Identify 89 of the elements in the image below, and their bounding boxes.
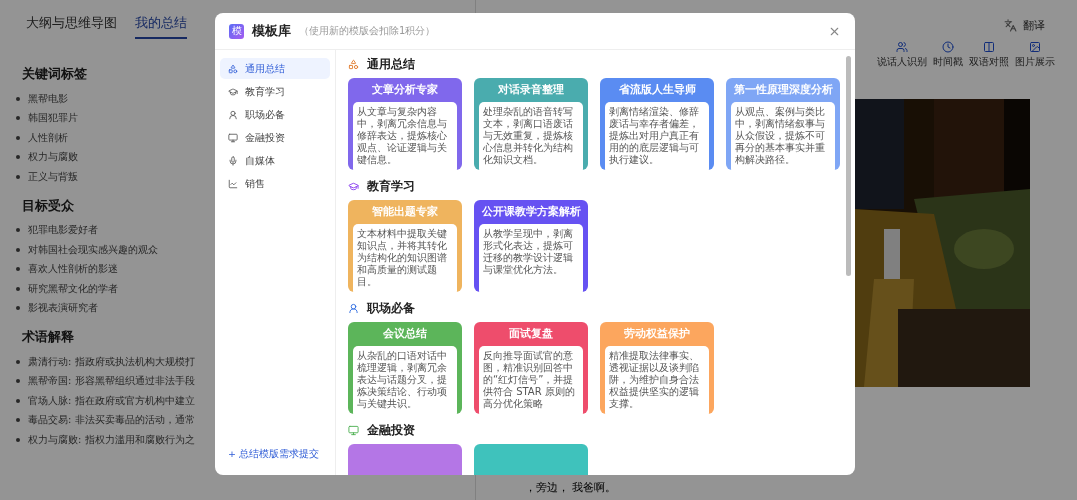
bullet-icon — [16, 96, 20, 101]
image-icon — [1029, 41, 1041, 53]
bullet-icon — [16, 437, 20, 442]
bullet-icon — [16, 359, 20, 364]
category-icon — [348, 180, 359, 192]
list-item: 影视表演研究者 — [28, 301, 98, 316]
category-icon — [228, 178, 238, 189]
clock-icon — [942, 41, 954, 53]
template-card[interactable]: 劳动权益保护 精准提取法律事实、透视证据以及谈判陷阱，为维护自身合法权益提供坚实的逻辑支撑。 — [600, 322, 714, 414]
list-item: 黑帮帝国: 形容黑帮组织通过非法手段 — [28, 374, 195, 389]
template-card[interactable]: 第一性原理深度分析 从观点、案例与类比中，剥离情绪叙事与从众假设，提炼不可再分的基本事实并重构解决路径。 — [726, 78, 840, 170]
template-card[interactable]: 省流版人生导师 剥离情绪渲染、修辞废话与幸存者偏差，提炼出对用户真正有用的的底层逻辑与可执行建议。 — [600, 78, 714, 170]
dialog-title: 模板库 — [252, 22, 291, 40]
category-icon — [348, 58, 359, 70]
list-item: 正义与背叛 — [28, 169, 78, 184]
card-description: 从杂乱的口语对话中梳理逻辑，剥离冗余表达与话题分叉，提炼决策结论、行动项与关键共识。 — [353, 346, 457, 414]
category-icon — [348, 302, 359, 314]
tab[interactable]: 大纲与思维导图 — [26, 14, 117, 39]
category-heading: 通用总结 — [367, 55, 415, 73]
toolbar-button[interactable]: 图片展示 — [1015, 41, 1055, 69]
bullet-icon — [16, 228, 20, 233]
list-item: 对韩国社会现实感兴趣的观众 — [28, 242, 158, 257]
toolbar-button[interactable]: 时间戳 — [933, 41, 963, 69]
bullet-icon — [16, 174, 20, 179]
card-description: 文本材料中提取关键知识点，并将其转化为结构化的知识图谱和高质量的测试题目。 — [353, 224, 457, 292]
list-item: 官场人脉: 指在政府或官方机构中建立 — [28, 393, 195, 408]
tab[interactable]: 我的总结 — [135, 14, 187, 39]
bullet-icon — [16, 135, 20, 140]
bullet-icon — [16, 116, 20, 121]
section-heading: 关键词标签 — [22, 65, 87, 83]
template-card[interactable]: 面试复盘 反向推导面试官的意图，精准识别回答中的“红灯信号”，并提供符合 STAR 原则的高分优化策略 — [474, 322, 588, 414]
users-icon — [896, 41, 908, 53]
bullet-icon — [16, 418, 20, 423]
columns-icon — [983, 41, 995, 53]
list-item: 人性剖析 — [28, 130, 68, 145]
card-description: 反向推导面试官的意图，精准识别回答中的“红灯信号”，并提供符合 STAR 原则的高分优化策略 — [479, 346, 583, 414]
list-item: 毒品交易: 非法买卖毒品的活动，通常 — [28, 413, 195, 428]
toolbar-button[interactable]: 双语对照 — [969, 41, 1009, 69]
template-card[interactable]: 公开课教学方案解析 从教学呈现中，剥离形式化表达，提炼可迁移的教学设计逻辑与课堂优化方法。 — [474, 200, 588, 292]
list-item: 权力与腐败 — [28, 150, 78, 165]
bullet-icon — [16, 155, 20, 160]
list-item: 黑帮电影 — [28, 91, 68, 106]
category-icon — [228, 63, 238, 74]
bullet-icon — [16, 398, 20, 403]
list-item: 权力与腐败: 指权力滥用和腐败行为之 — [28, 432, 195, 447]
card-description: 精准提取法律事实、透视证据以及谈判陷阱，为维护自身合法权益提供坚实的逻辑支撑。 — [605, 346, 709, 414]
list-item: 肃清行动: 指政府或执法机构大规模打 — [28, 354, 195, 369]
list-item: 韩国犯罪片 — [28, 111, 78, 126]
bullet-icon — [16, 267, 20, 272]
toolbar-button[interactable]: 说话人识别 — [877, 41, 927, 69]
category-icon — [228, 155, 238, 166]
translate-menu[interactable]: 翻译 — [1023, 18, 1045, 33]
template-card[interactable]: 智能出题专家 文本材料中提取关键知识点，并将其转化为结构化的知识图谱和高质量的测试题目。 — [348, 200, 462, 292]
translate-icon[interactable] — [1004, 19, 1017, 32]
scrollbar[interactable] — [846, 56, 851, 276]
sidebar-item[interactable]: 金融投资 — [220, 127, 330, 148]
bullet-icon — [16, 306, 20, 311]
dialog-note: （使用新的模版会扣除1积分） — [299, 24, 436, 38]
section-heading: 术语解释 — [22, 328, 74, 346]
list-item: 研究黑帮文化的学者 — [28, 281, 118, 296]
card-description: 从文章与复杂内容中，剥离冗余信息与修辞表达，提炼核心观点、论证逻辑与关键信息。 — [353, 102, 457, 170]
sidebar-item[interactable]: 销售 — [220, 173, 330, 194]
card-description: 剥离情绪渲染、修辞废话与幸存者偏差，提炼出对用户真正有用的的底层逻辑与可执行建议。 — [605, 102, 709, 170]
category-icon — [228, 86, 238, 97]
category-icon — [228, 109, 238, 120]
section-heading: 目标受众 — [22, 196, 74, 215]
submit-request-link[interactable]: + 总结模版需求提交 — [220, 448, 330, 467]
bullet-icon — [16, 286, 20, 291]
card-description: 处理杂乱的语音转写文本，剥离口语废话与无效重复，提炼核心信息并转化为结构化知识文档。 — [479, 102, 583, 170]
sidebar-item[interactable]: 通用总结 — [220, 58, 330, 79]
category-heading: 金融投资 — [367, 421, 415, 439]
logo-icon: 模 — [229, 23, 244, 39]
sidebar-item[interactable]: 职场必备 — [220, 104, 330, 125]
sidebar-item[interactable]: 自媒体 — [220, 150, 330, 171]
list-item: 犯罪电影爱好者 — [28, 223, 98, 238]
sidebar-item[interactable]: 教育学习 — [220, 81, 330, 102]
bullet-icon — [16, 379, 20, 384]
list-item: 喜欢人性剖析的影迷 — [28, 262, 118, 277]
subtitle-text: ，旁边， 我爸啊。 — [525, 480, 617, 495]
category-heading: 教育学习 — [367, 177, 415, 195]
card-description: 从观点、案例与类比中，剥离情绪叙事与从众假设，提炼不可再分的基本事实并重构解决路径。 — [731, 102, 835, 170]
card-description: 从教学呈现中，剥离形式化表达，提炼可迁移的教学设计逻辑与课堂优化方法。 — [479, 224, 583, 292]
category-heading: 职场必备 — [367, 299, 415, 317]
category-icon — [228, 132, 238, 143]
template-card[interactable]: 对话录音整理 处理杂乱的语音转写文本，剥离口语废话与无效重复，提炼核心信息并转化为结构化知识文档。 — [474, 78, 588, 170]
bullet-icon — [16, 247, 20, 252]
category-icon — [348, 424, 359, 436]
template-card[interactable]: 文章分析专家 从文章与复杂内容中，剥离冗余信息与修辞表达，提炼核心观点、论证逻辑与关键信息。 — [348, 78, 462, 170]
template-card[interactable]: 会议总结 从杂乱的口语对话中梳理逻辑，剥离冗余表达与话题分叉，提炼决策结论、行动项与关键共识。 — [348, 322, 462, 414]
